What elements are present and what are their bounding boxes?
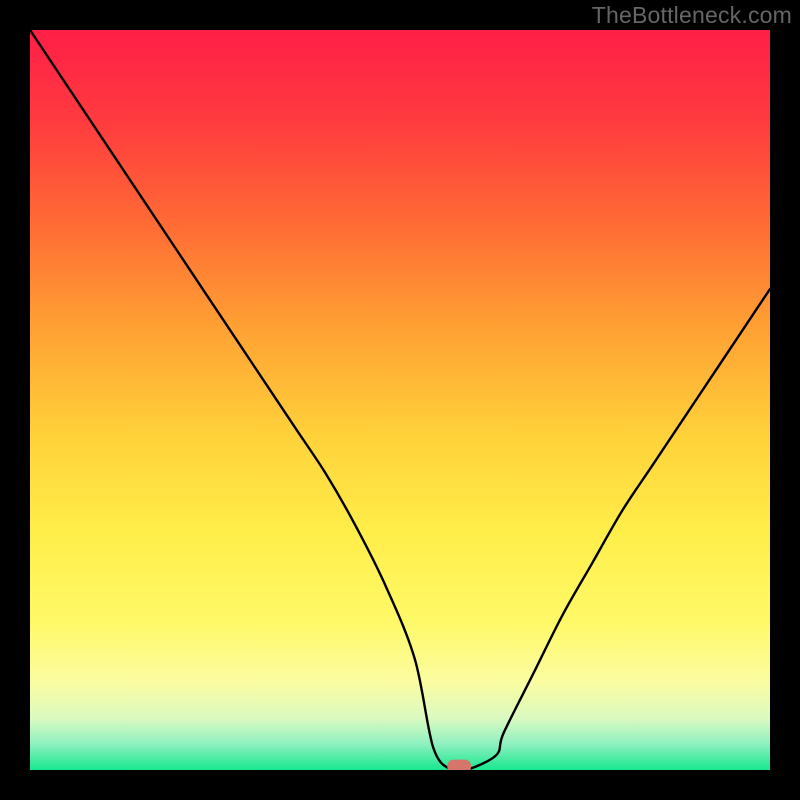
chart-svg	[30, 30, 770, 770]
watermark-text: TheBottleneck.com	[592, 2, 792, 29]
chart-frame: TheBottleneck.com	[0, 0, 800, 800]
optimal-marker	[447, 760, 471, 770]
plot-area	[30, 30, 770, 770]
chart-background	[30, 30, 770, 770]
